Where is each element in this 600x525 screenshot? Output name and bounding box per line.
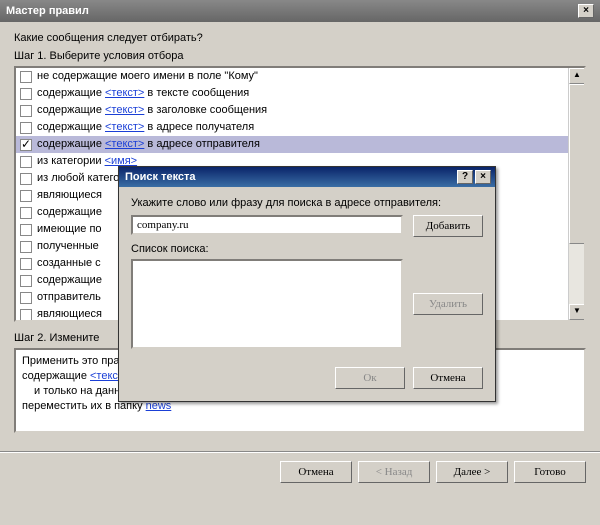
- checkbox-icon[interactable]: [20, 275, 32, 287]
- checkbox-icon[interactable]: [20, 224, 32, 236]
- search-list-label: Список поиска:: [131, 243, 403, 255]
- dialog-cancel-button[interactable]: Отмена: [413, 367, 483, 389]
- condition-link[interactable]: <текст>: [105, 121, 144, 133]
- checkbox-icon[interactable]: [20, 207, 32, 219]
- search-input[interactable]: [131, 215, 403, 235]
- checkbox-icon[interactable]: [20, 139, 32, 151]
- condition-text: содержащие: [37, 273, 102, 288]
- condition-text: отправитель: [37, 290, 101, 305]
- dialog-close-icon[interactable]: ×: [475, 170, 491, 184]
- scroll-thumb[interactable]: [569, 84, 585, 244]
- condition-link[interactable]: <текст>: [105, 87, 144, 99]
- condition-item[interactable]: содержащие <текст> в заголовке сообщения: [16, 102, 568, 119]
- condition-link[interactable]: <текст>: [105, 104, 144, 116]
- condition-text: имеющие по: [37, 222, 102, 237]
- checkbox-icon[interactable]: [20, 122, 32, 134]
- condition-item[interactable]: содержащие <текст> в адресе получателя: [16, 119, 568, 136]
- back-button: < Назад: [358, 461, 430, 483]
- condition-item[interactable]: содержащие <текст> в адресе отправителя: [16, 136, 568, 153]
- scroll-down-icon[interactable]: ▼: [569, 304, 585, 320]
- remove-button: Удалить: [413, 293, 483, 315]
- scroll-up-icon[interactable]: ▲: [569, 68, 585, 84]
- finish-button[interactable]: Готово: [514, 461, 586, 483]
- search-text-dialog: Поиск текста ? × Укажите слово или фразу…: [118, 166, 496, 402]
- checkbox-icon[interactable]: [20, 156, 32, 168]
- condition-text: содержащие <текст> в адресе получателя: [37, 120, 254, 135]
- separator: [0, 451, 600, 453]
- checkbox-icon[interactable]: [20, 105, 32, 117]
- close-icon[interactable]: ×: [578, 4, 594, 18]
- checkbox-icon[interactable]: [20, 292, 32, 304]
- condition-text: не содержащие моего имени в поле "Кому": [37, 69, 258, 84]
- dialog-prompt: Укажите слово или фразу для поиска в адр…: [131, 197, 483, 209]
- dialog-titlebar: Поиск текста ? ×: [119, 167, 495, 187]
- step1-label: Шаг 1. Выберите условия отбора: [14, 50, 586, 62]
- search-list[interactable]: [131, 259, 403, 349]
- condition-text: полученные: [37, 239, 99, 254]
- condition-text: содержащие <текст> в тексте сообщения: [37, 86, 249, 101]
- help-icon[interactable]: ?: [457, 170, 473, 184]
- window-title: Мастер правил: [6, 5, 89, 17]
- dialog-body: Укажите слово или фразу для поиска в адр…: [119, 187, 495, 359]
- condition-text: являющиеся: [37, 307, 102, 322]
- ok-button: Ок: [335, 367, 405, 389]
- condition-link[interactable]: <текст>: [105, 138, 144, 150]
- checkbox-icon[interactable]: [20, 71, 32, 83]
- checkbox-icon[interactable]: [20, 173, 32, 185]
- checkbox-icon[interactable]: [20, 258, 32, 270]
- next-button[interactable]: Далее >: [436, 461, 508, 483]
- scrollbar[interactable]: ▲ ▼: [568, 68, 584, 320]
- condition-text: содержащие <текст> в адресе отправителя: [37, 137, 260, 152]
- add-button[interactable]: Добавить: [413, 215, 483, 237]
- condition-text: содержащие: [37, 205, 102, 220]
- wizard-buttons: Отмена < Назад Далее > Готово: [0, 457, 600, 491]
- condition-text: содержащие <текст> в заголовке сообщения: [37, 103, 267, 118]
- cancel-button[interactable]: Отмена: [280, 461, 352, 483]
- condition-item[interactable]: содержащие <текст> в тексте сообщения: [16, 85, 568, 102]
- dialog-title: Поиск текста: [125, 171, 196, 183]
- checkbox-icon[interactable]: [20, 190, 32, 202]
- question-text: Какие сообщения следует отбирать?: [14, 32, 586, 44]
- window-titlebar: Мастер правил ×: [0, 0, 600, 22]
- checkbox-icon[interactable]: [20, 241, 32, 253]
- condition-item[interactable]: не содержащие моего имени в поле "Кому": [16, 68, 568, 85]
- condition-text: созданные с: [37, 256, 101, 271]
- condition-text: являющиеся: [37, 188, 102, 203]
- dialog-footer: Ок Отмена: [119, 359, 495, 401]
- checkbox-icon[interactable]: [20, 88, 32, 100]
- checkbox-icon[interactable]: [20, 309, 32, 321]
